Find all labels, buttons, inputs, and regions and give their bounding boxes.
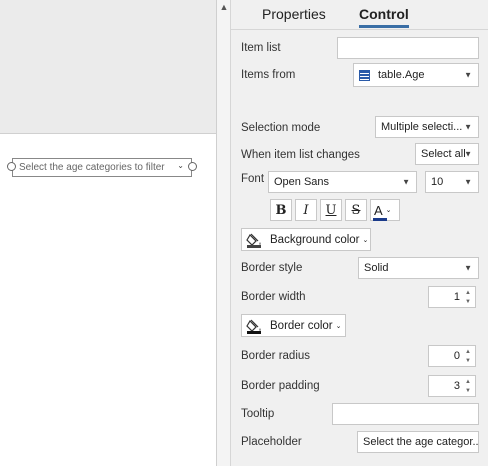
spin-up-icon[interactable]: ▲ xyxy=(463,378,473,386)
font-size-dropdown[interactable]: 10 ▼ xyxy=(425,171,479,193)
tab-properties[interactable]: Properties xyxy=(262,4,326,26)
border-radius-label: Border radius xyxy=(241,350,311,362)
border-width-stepper[interactable]: 1 ▲ ▼ xyxy=(428,286,476,308)
items-from-label: Items from xyxy=(241,69,296,81)
chevron-down-icon: ▼ xyxy=(464,149,472,159)
slicer-placeholder: Select the age categories to filter xyxy=(19,162,165,173)
border-style-dropdown[interactable]: Solid ▼ xyxy=(358,257,479,279)
table-icon xyxy=(359,69,370,81)
selection-mode-dropdown[interactable]: Multiple selecti... ▼ xyxy=(375,116,479,138)
placeholder-label: Placeholder xyxy=(241,436,302,448)
scroll-up-icon[interactable]: ▲ xyxy=(217,0,231,14)
chevron-down-icon: ⌄ xyxy=(335,322,342,330)
spin-up-icon[interactable]: ▲ xyxy=(463,348,473,356)
chevron-down-icon: ⌄ xyxy=(362,236,369,244)
active-tab-indicator xyxy=(359,25,409,28)
spin-up-icon[interactable]: ▲ xyxy=(463,289,473,297)
font-label: Font xyxy=(241,173,265,185)
item-list-input[interactable] xyxy=(337,37,479,59)
tooltip-label: Tooltip xyxy=(241,408,275,420)
text-color-icon: A xyxy=(373,204,387,221)
tab-control[interactable]: Control xyxy=(359,4,409,26)
bold-button[interactable]: B xyxy=(270,199,292,221)
chevron-down-icon: ▼ xyxy=(402,177,410,187)
strikethrough-button[interactable]: S xyxy=(345,199,367,221)
tooltip-input[interactable] xyxy=(332,403,479,425)
italic-button[interactable]: I xyxy=(295,199,317,221)
border-width-label: Border width xyxy=(241,291,306,303)
border-padding-stepper[interactable]: 3 ▲ ▼ xyxy=(428,375,476,397)
item-list-label: Item list xyxy=(241,42,281,54)
chevron-down-icon: ▼ xyxy=(464,122,472,132)
color-swatch xyxy=(373,217,387,221)
chevron-down-icon: ▼ xyxy=(464,263,472,273)
chevron-down-icon: ⌄ xyxy=(385,206,392,214)
items-from-dropdown[interactable]: table.Age ▼ xyxy=(353,63,479,87)
paint-bucket-icon xyxy=(246,318,264,334)
tabbar-divider xyxy=(231,29,488,30)
scrollbar[interactable] xyxy=(217,0,231,466)
paint-bucket-icon xyxy=(246,232,264,248)
border-style-label: Border style xyxy=(241,262,303,274)
border-color-button[interactable]: Border color ⌄ xyxy=(241,314,346,337)
placeholder-input[interactable]: Select the age categor... xyxy=(357,431,479,453)
when-list-changes-dropdown[interactable]: Select all ▼ xyxy=(415,143,479,165)
spin-down-icon[interactable]: ▼ xyxy=(463,387,473,395)
when-list-changes-label: When item list changes xyxy=(241,149,360,161)
chevron-down-icon: ▼ xyxy=(464,177,472,187)
spin-down-icon[interactable]: ▼ xyxy=(463,357,473,365)
canvas-area xyxy=(0,134,217,466)
border-radius-stepper[interactable]: 0 ▲ ▼ xyxy=(428,345,476,367)
resize-handle-right[interactable] xyxy=(188,162,197,171)
canvas-top-area xyxy=(0,0,217,134)
background-color-button[interactable]: Background color ⌄ xyxy=(241,228,371,251)
chevron-down-icon: ⌄ xyxy=(177,161,184,170)
chevron-down-icon: ▼ xyxy=(464,70,472,80)
selection-mode-label: Selection mode xyxy=(241,122,321,134)
slicer-control[interactable]: Select the age categories to filter ⌄ xyxy=(12,158,192,177)
resize-handle-left[interactable] xyxy=(7,162,16,171)
font-family-dropdown[interactable]: Open Sans ▼ xyxy=(268,171,417,193)
text-color-button[interactable]: A ⌄ xyxy=(370,199,400,221)
spin-down-icon[interactable]: ▼ xyxy=(463,298,473,306)
border-padding-label: Border padding xyxy=(241,380,320,392)
underline-button[interactable]: U xyxy=(320,199,342,221)
